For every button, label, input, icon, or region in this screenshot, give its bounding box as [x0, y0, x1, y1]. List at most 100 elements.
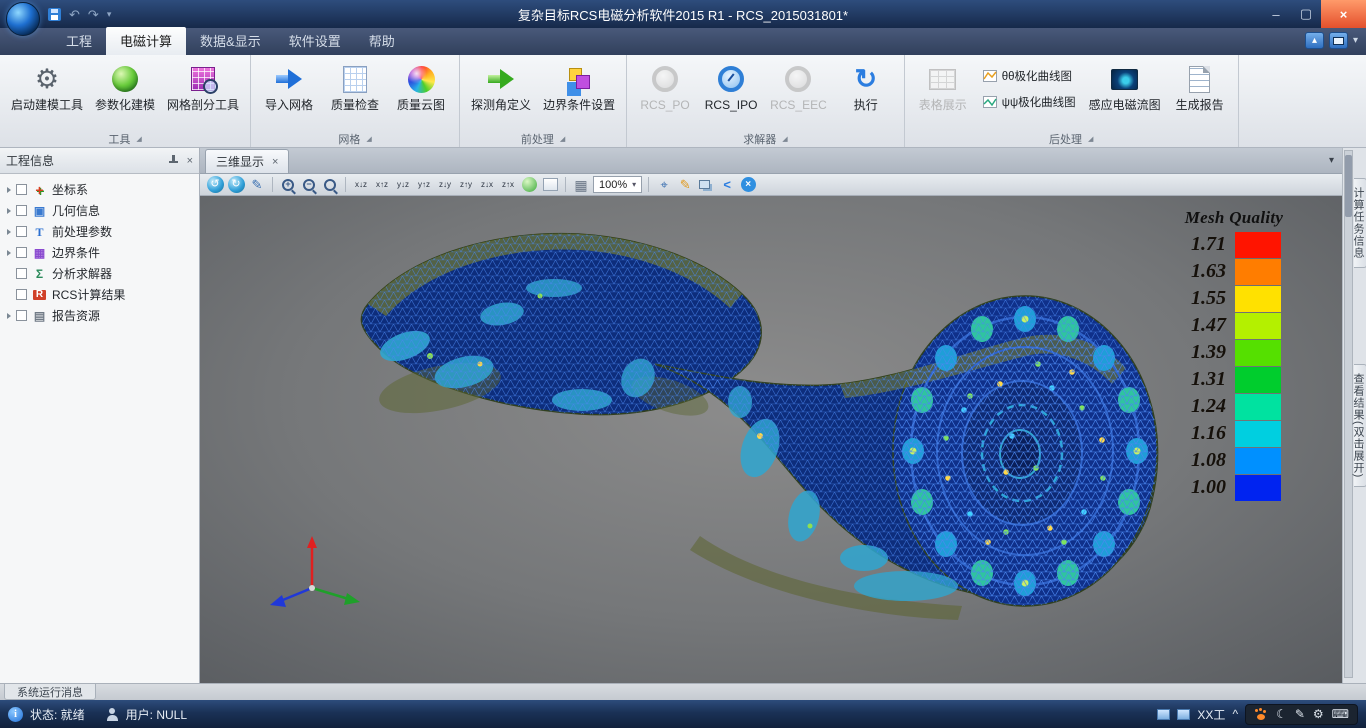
view-button-zy-down[interactable]: z↓y [436, 176, 454, 193]
task-info-vertical-tab[interactable]: 计算任务信息 [1354, 178, 1366, 268]
dialog-launcher-icon[interactable]: ◢ [560, 135, 565, 143]
view-button-xz-up[interactable]: x↑z [373, 176, 391, 193]
rcs-po-button[interactable]: RCS_PO [633, 59, 697, 130]
expand-arrow-icon[interactable] [7, 208, 11, 214]
ribbon-options-dropdown-icon[interactable]: ▾ [1353, 35, 1358, 46]
minimize-button[interactable]: – [1261, 0, 1291, 28]
view-button-zx-down[interactable]: z↓x [478, 176, 496, 193]
tab-em-computation[interactable]: 电磁计算 [106, 27, 186, 55]
expand-arrow-icon[interactable] [7, 229, 11, 235]
table-display-button[interactable]: 表格展示 [911, 59, 975, 130]
tree-item-preprocess-params[interactable]: 前处理参数 [0, 221, 199, 242]
layers-icon[interactable] [699, 180, 710, 189]
close-button[interactable]: × [1321, 0, 1366, 28]
maximize-button[interactable]: ▢ [1291, 0, 1321, 28]
mesh-partition-tool-button[interactable]: 网格剖分工具 [162, 59, 244, 130]
checkbox[interactable] [16, 205, 27, 216]
tree-item-analysis-solver[interactable]: 分析求解器 [0, 263, 199, 284]
zoom-level-select[interactable]: 100% ▾ [593, 176, 642, 193]
tab-project[interactable]: 工程 [52, 27, 106, 55]
tree-item-rcs-results[interactable]: RCS计算结果 [0, 284, 199, 305]
induced-em-current-map-button[interactable]: 感应电磁流图 [1084, 59, 1166, 130]
orbit-icon[interactable]: ↺ [207, 176, 224, 193]
tree-item-geometry-info[interactable]: 几何信息 [0, 200, 199, 221]
undo-icon[interactable]: ↶ [69, 8, 80, 21]
dialog-launcher-icon[interactable]: ◢ [136, 135, 141, 143]
rotate-icon[interactable]: ↻ [228, 176, 245, 193]
shaded-view-icon[interactable] [522, 177, 537, 192]
checkbox[interactable] [16, 247, 27, 258]
checkbox[interactable] [16, 268, 27, 279]
tree-item-coordinate-system[interactable]: 坐标系 [0, 179, 199, 200]
tab-settings[interactable]: 软件设置 [275, 27, 355, 55]
theta-polarization-curve-button[interactable]: θθ极化曲线图 [977, 65, 1082, 87]
tab-3d-display[interactable]: 三维显示 × [205, 149, 289, 173]
caret-up-icon[interactable]: ^ [1232, 708, 1238, 720]
vector-export-icon[interactable]: < [718, 176, 736, 194]
checkbox[interactable] [16, 289, 27, 300]
dialog-launcher-icon[interactable]: ◢ [782, 135, 787, 143]
checkbox[interactable] [16, 310, 27, 321]
quality-check-button[interactable]: 质量检查 [323, 59, 387, 130]
collapse-ribbon-button[interactable]: ▴ [1305, 32, 1324, 49]
checkbox[interactable] [16, 226, 27, 237]
save-icon[interactable] [48, 8, 61, 21]
pin-icon[interactable] [168, 155, 179, 166]
probe-icon[interactable]: ⌖ [655, 176, 673, 194]
legend-value: 1.71 [1170, 233, 1226, 256]
zoom-out-icon[interactable]: − [303, 179, 315, 191]
solver-ring-icon [785, 66, 811, 92]
grid-icon[interactable]: ▦ [572, 176, 590, 194]
view-results-vertical-tab[interactable]: 查看结果(双击展开) [1354, 364, 1366, 487]
expand-arrow-icon[interactable] [7, 250, 11, 256]
parametric-modeling-button[interactable]: 参数化建模 [90, 59, 160, 130]
quality-cloud-map-button[interactable]: 质量云图 [389, 59, 453, 130]
keyboard-icon[interactable]: ⌨ [1332, 708, 1349, 720]
zoom-window-icon[interactable] [324, 179, 336, 191]
tab-close-icon[interactable]: × [272, 156, 278, 168]
expand-arrow-icon[interactable] [7, 187, 11, 193]
display-panel-button[interactable] [1329, 32, 1348, 49]
checkbox[interactable] [16, 184, 27, 195]
view-button-yz-down[interactable]: y↓z [394, 176, 412, 193]
dialog-launcher-icon[interactable]: ◢ [1088, 135, 1093, 143]
cancel-icon[interactable]: × [741, 177, 756, 192]
zoom-in-icon[interactable]: + [282, 179, 294, 191]
dialog-launcher-icon[interactable]: ◢ [366, 135, 371, 143]
launch-modeling-tool-button[interactable]: ⚙ 启动建模工具 [6, 59, 88, 130]
window-icon[interactable] [1177, 709, 1190, 720]
moon-icon[interactable]: ☾ [1276, 708, 1287, 720]
psi-polarization-curve-button[interactable]: ψψ极化曲线图 [977, 91, 1082, 113]
legend-row: 1.47 [1170, 312, 1298, 339]
probe-angle-define-button[interactable]: 探测角定义 [466, 59, 536, 130]
view-button-zy-up[interactable]: z↑y [457, 176, 475, 193]
expand-arrow-icon[interactable] [7, 313, 11, 319]
panel-close-icon[interactable]: × [187, 155, 193, 167]
generate-report-button[interactable]: 生成报告 [1168, 59, 1232, 130]
view-button-yz-up[interactable]: y↑z [415, 176, 433, 193]
rcs-eec-button[interactable]: RCS_EEC [765, 59, 832, 130]
gear-icon[interactable]: ⚙ [1313, 708, 1324, 720]
redo-icon[interactable]: ↷ [88, 8, 99, 21]
viewport-3d[interactable]: Mesh Quality 1.711.631.551.471.391.311.2… [200, 196, 1342, 683]
rcs-ipo-button[interactable]: RCS_IPO [699, 59, 763, 130]
tree-item-boundary-conditions[interactable]: 边界条件 [0, 242, 199, 263]
tab-list-dropdown-icon[interactable]: ▾ [1329, 155, 1334, 166]
right-dock-strip: 计算任务信息 查看结果(双击展开) [1342, 148, 1366, 683]
wireframe-view-icon[interactable] [543, 178, 558, 191]
boundary-condition-settings-button[interactable]: 边界条件设置 [538, 59, 620, 130]
window-icon[interactable] [1157, 709, 1170, 720]
execute-button[interactable]: ↻ 执行 [834, 59, 898, 130]
pen-icon[interactable]: ✎ [1295, 708, 1305, 720]
tab-data-display[interactable]: 数据&显示 [186, 27, 275, 55]
view-button-xz-down[interactable]: x↓z [352, 176, 370, 193]
view-button-zx-up[interactable]: z↑x [499, 176, 517, 193]
tab-help[interactable]: 帮助 [355, 27, 409, 55]
annotate-pen-icon[interactable]: ✎ [676, 176, 694, 194]
system-messages-tab[interactable]: 系统运行消息 [4, 684, 96, 700]
quick-access-dropdown-icon[interactable]: ▾ [107, 10, 112, 19]
paw-icon[interactable] [1254, 708, 1268, 721]
tree-item-report-resources[interactable]: 报告资源 [0, 305, 199, 326]
import-mesh-button[interactable]: 导入网格 [257, 59, 321, 130]
pencil-icon[interactable]: ✎ [248, 176, 266, 194]
